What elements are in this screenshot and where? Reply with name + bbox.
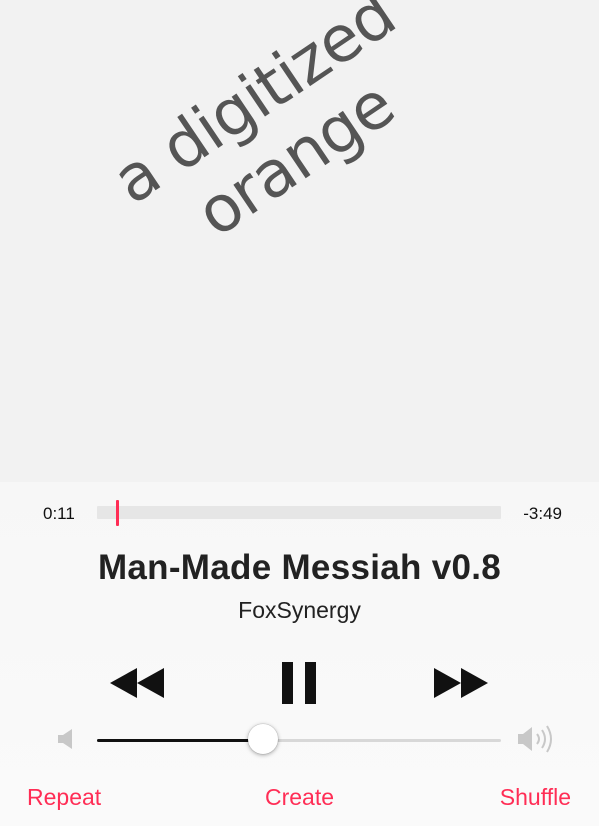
speaker-high-icon [517,724,557,754]
volume-knob[interactable] [247,724,278,754]
elapsed-time: 0:11 [43,504,75,523]
speaker-low-icon [57,728,77,750]
rewind-button[interactable] [109,660,165,706]
now-playing-panel: 0:11 -3:49 Man-Made Messiah v0.8 FoxSyne… [0,482,599,826]
remaining-time: -3:49 [523,504,562,523]
create-button[interactable]: Create [265,784,334,810]
artwork-text: a digitized orange [68,0,482,302]
artist-name: FoxSynergy [238,597,361,623]
shuffle-button[interactable]: Shuffle [500,784,571,811]
fast-forward-icon [434,668,488,698]
volume-slider[interactable] [97,724,501,754]
repeat-button[interactable]: Repeat [27,784,101,811]
rewind-icon [110,668,164,698]
progress-fill [97,506,117,519]
pause-button[interactable] [280,660,320,706]
album-artwork: a digitized orange [0,0,599,482]
pause-icon [282,662,316,704]
fast-forward-button[interactable] [433,660,489,706]
progress-playhead[interactable] [116,500,120,526]
song-title: Man-Made Messiah v0.8 [97,548,502,587]
volume-fill [97,739,263,742]
progress-scrubber[interactable] [97,500,501,526]
